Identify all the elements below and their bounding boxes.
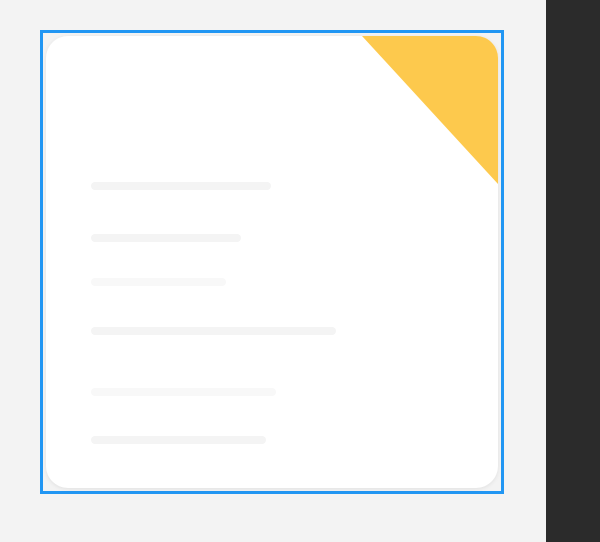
placeholder-text-line	[91, 436, 266, 444]
card-component[interactable]	[46, 36, 498, 488]
corner-accent-icon	[362, 36, 498, 184]
right-panel	[546, 0, 600, 542]
placeholder-text-line	[91, 388, 276, 396]
placeholder-text-line	[91, 182, 271, 190]
placeholder-text-line	[91, 278, 226, 286]
placeholder-text-line	[91, 327, 336, 335]
placeholder-text-line	[91, 234, 241, 242]
selection-outline[interactable]	[40, 30, 504, 494]
design-canvas[interactable]	[0, 0, 546, 542]
